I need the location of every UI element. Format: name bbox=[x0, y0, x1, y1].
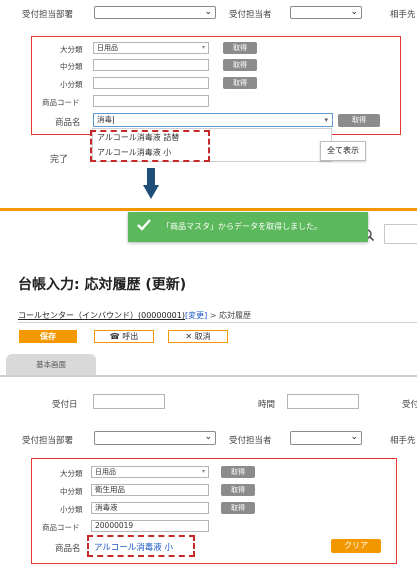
staff-select-bottom[interactable]: ⌄ bbox=[290, 431, 362, 445]
dept-label: 受付担当部署 bbox=[22, 10, 74, 20]
category-mid-input[interactable] bbox=[93, 59, 209, 71]
cancel-label: 取消 bbox=[194, 332, 211, 341]
show-all-button[interactable]: 全て表示 bbox=[320, 141, 366, 161]
dept-label-bottom: 受付担当部署 bbox=[22, 436, 74, 446]
save-button[interactable]: 保存 bbox=[19, 330, 77, 343]
chevron-down-icon: ⌄ bbox=[350, 7, 358, 17]
done-label: 完了 bbox=[50, 155, 69, 165]
chevron-down-icon: ⌄ bbox=[350, 432, 358, 442]
chevron-down-icon: ▾ bbox=[201, 44, 205, 51]
category-large-value: 日用品 bbox=[97, 44, 118, 52]
category-mid-acquire-button-bottom[interactable]: 取得 bbox=[221, 484, 255, 496]
chevron-down-icon: ⌄ bbox=[204, 7, 212, 17]
category-small-label: 小分類 bbox=[60, 80, 83, 89]
chevron-down-icon: ⌄ bbox=[204, 432, 212, 442]
category-large-value-bottom: 日用品 bbox=[95, 468, 116, 476]
product-name-label-bottom: 商品名 bbox=[55, 544, 81, 554]
partner-label: 相手先 bbox=[390, 10, 416, 20]
staff-label: 受付担当者 bbox=[229, 10, 272, 20]
tab-underline bbox=[0, 375, 417, 377]
call-button[interactable]: ☎ 呼出 bbox=[94, 330, 154, 343]
received-partner-label: 受付 bbox=[402, 400, 417, 410]
product-name-highlight bbox=[87, 535, 195, 557]
category-small-acquire-button[interactable]: 取得 bbox=[223, 77, 257, 89]
category-large-label-bottom: 大分類 bbox=[60, 469, 83, 478]
category-small-input-bottom[interactable]: 消毒液 bbox=[91, 502, 209, 514]
category-large-select-bottom[interactable]: 日用品 ▾ bbox=[91, 466, 209, 478]
dept-select-bottom[interactable]: ⌄ bbox=[94, 431, 216, 445]
product-code-input-bottom[interactable]: 20000019 bbox=[91, 520, 209, 532]
time-input[interactable] bbox=[287, 394, 359, 409]
call-label: 呼出 bbox=[122, 332, 139, 341]
breadcrumb-change-link[interactable]: [変更] bbox=[185, 311, 207, 320]
toast-notification: 「商品マスタ」からデータを取得しました。 bbox=[128, 212, 368, 242]
partner-label-bottom: 相手先 bbox=[390, 436, 416, 446]
category-small-label-bottom: 小分類 bbox=[60, 505, 83, 514]
product-name-value: 消毒 bbox=[97, 115, 112, 124]
check-icon bbox=[136, 217, 152, 235]
close-icon: ✕ bbox=[185, 332, 193, 341]
category-mid-label: 中分類 bbox=[60, 62, 83, 71]
received-date-input[interactable] bbox=[93, 394, 165, 409]
staff-select[interactable]: ⌄ bbox=[290, 6, 362, 19]
breadcrumb-current: 応対履歴 bbox=[219, 311, 252, 320]
down-arrow-icon bbox=[143, 168, 159, 202]
received-date-label: 受付日 bbox=[52, 400, 78, 410]
header-search-input[interactable] bbox=[384, 224, 417, 244]
staff-label-bottom: 受付担当者 bbox=[229, 436, 272, 446]
product-name-input[interactable]: 消毒| ▾ bbox=[93, 113, 333, 127]
breadcrumb-divider bbox=[18, 322, 417, 323]
category-large-label: 大分類 bbox=[60, 45, 83, 54]
orange-top-bar bbox=[0, 208, 417, 211]
page-title: 台帳入力: 応対履歴 (更新) bbox=[18, 277, 187, 293]
category-mid-label-bottom: 中分類 bbox=[60, 487, 83, 496]
suggestions-highlight bbox=[90, 130, 210, 162]
product-code-label-bottom: 商品コード bbox=[42, 523, 80, 532]
toast-message: 「商品マスタ」からデータを取得しました。 bbox=[162, 222, 322, 231]
time-label: 時間 bbox=[258, 400, 276, 410]
product-code-input[interactable] bbox=[93, 95, 209, 107]
category-mid-acquire-button[interactable]: 取得 bbox=[223, 59, 257, 71]
cancel-button[interactable]: ✕ 取消 bbox=[168, 330, 228, 343]
phone-icon: ☎ bbox=[109, 332, 120, 341]
category-large-acquire-button-bottom[interactable]: 取得 bbox=[221, 466, 255, 478]
category-large-select[interactable]: 日用品 ▾ bbox=[93, 42, 209, 54]
breadcrumb-link[interactable]: コールセンター（インバウンド）(00000001) bbox=[18, 311, 185, 320]
clear-button[interactable]: クリア bbox=[331, 539, 381, 553]
breadcrumb: コールセンター（インバウンド）(00000001)[変更] > 応対履歴 bbox=[18, 310, 251, 321]
product-name-label: 商品名 bbox=[55, 118, 81, 128]
breadcrumb-separator: > bbox=[209, 311, 217, 320]
chevron-down-icon: ▾ bbox=[324, 116, 328, 124]
tab-basic[interactable]: 基本画面 bbox=[6, 354, 96, 375]
chevron-down-icon: ▾ bbox=[201, 468, 205, 475]
product-code-label: 商品コード bbox=[42, 98, 80, 107]
category-mid-input-bottom[interactable]: 衛生用品 bbox=[91, 484, 209, 496]
product-name-acquire-button[interactable]: 取得 bbox=[338, 114, 380, 127]
category-large-acquire-button[interactable]: 取得 bbox=[223, 42, 257, 54]
category-small-input[interactable] bbox=[93, 77, 209, 89]
dept-select[interactable]: ⌄ bbox=[94, 6, 216, 19]
category-small-acquire-button-bottom[interactable]: 取得 bbox=[221, 502, 255, 514]
